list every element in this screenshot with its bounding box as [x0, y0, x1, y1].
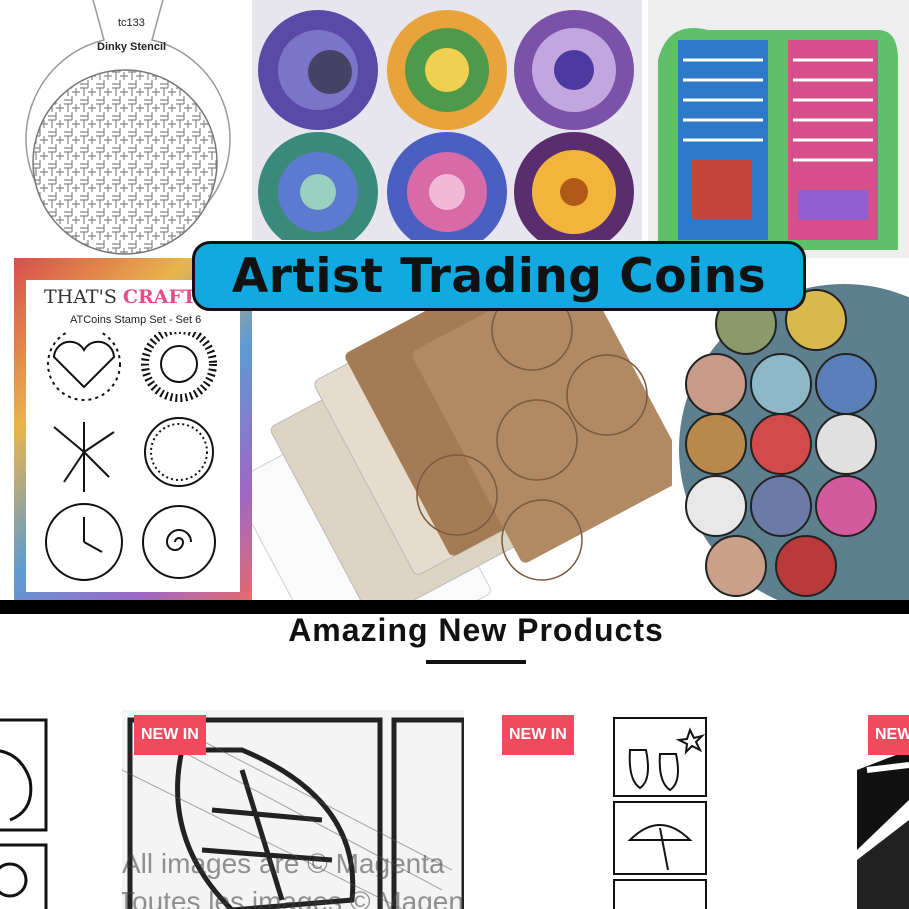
section-title-underline: [426, 660, 526, 664]
stencil-code: tc133: [118, 17, 145, 29]
product-card[interactable]: NEW: [857, 710, 909, 909]
stamp-set-name: ATCoins Stamp Set - Set 6: [70, 314, 202, 326]
product-card[interactable]: NEW IN: [500, 710, 580, 909]
product-carousel[interactable]: NEW IN All images are © Magenta Toutes l…: [0, 710, 909, 909]
section-title: Amazing New Products: [288, 612, 664, 648]
blank-coin-sheets-image: [252, 300, 672, 600]
new-in-badge: NEW IN: [502, 715, 574, 755]
product-image: [610, 710, 710, 909]
coin-display-image: [676, 284, 909, 600]
product-card[interactable]: [610, 710, 710, 909]
product-card[interactable]: NEW IN All images are © Magenta Toutes l…: [122, 710, 464, 909]
new-in-badge: NEW: [868, 715, 909, 755]
stamp-brand: THAT'S: [44, 286, 123, 308]
hero-banner[interactable]: tc133 Dinky Stencil THAT'S CRAFT ATCoins…: [0, 0, 909, 600]
hero-title: Artist Trading Coins: [192, 241, 806, 311]
stencil-name: Dinky Stencil: [97, 41, 166, 53]
mandala-coins-image: [252, 0, 642, 240]
new-in-badge: NEW IN: [134, 715, 206, 755]
coin-storage-image: [648, 0, 909, 258]
watermark-text: All images are © Magenta: [122, 848, 445, 879]
stamp-brand-accent: CRAFT: [122, 286, 197, 308]
product-image: [0, 710, 50, 909]
product-card[interactable]: [0, 710, 50, 909]
stencil-image: tc133 Dinky Stencil: [0, 0, 250, 258]
watermark-text: Toutes les images © Magenta: [122, 886, 464, 909]
